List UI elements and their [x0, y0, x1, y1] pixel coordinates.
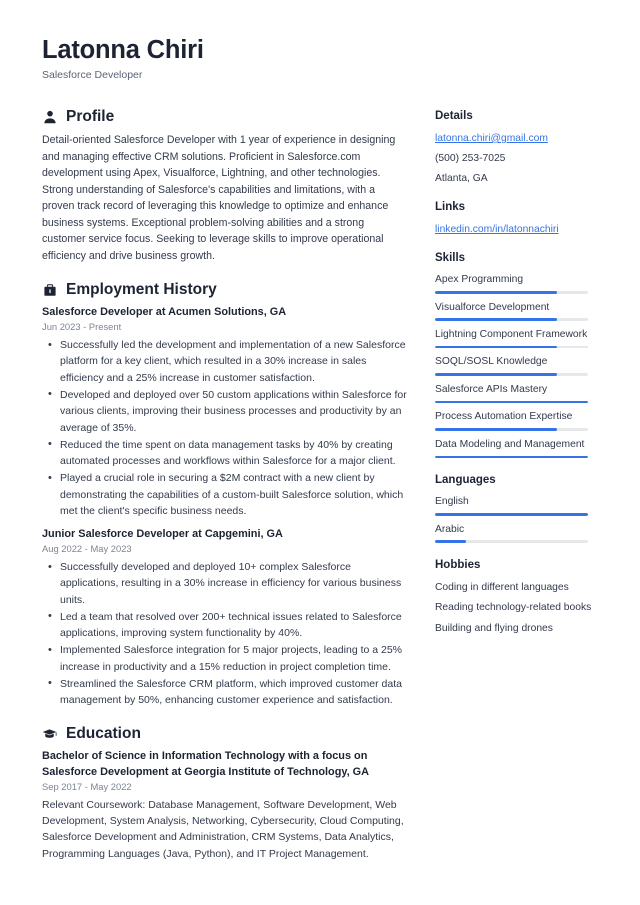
sidebar-languages-title: Languages [435, 474, 496, 487]
employment-entry-bullets: Successfully led the development and imp… [42, 337, 407, 519]
education-entry-date: Sep 2017 - May 2022 [42, 781, 132, 793]
skill-item: Apex Programming [435, 274, 593, 294]
sidebar-section-details: Details latonna.chiri@gmail.com (500) 25… [435, 110, 593, 185]
linkedin-link[interactable]: linkedin.com/in/latonnachiri [435, 223, 593, 236]
skill-bar-fill [435, 345, 558, 349]
skill-label: SOQL/SOSL Knowledge [435, 356, 548, 368]
section-profile-body: Detail-oriented Salesforce Developer wit… [42, 132, 407, 264]
skill-label: Process Automation Expertise [435, 411, 573, 423]
employment-entry-date: Aug 2022 - May 2023 [42, 543, 132, 555]
sidebar-section-skills: Skills Apex Programming Visualforce Deve… [435, 252, 593, 459]
skill-label: Visualforce Development [435, 301, 550, 313]
bullet-item: Streamlined the Salesforce CRM platform,… [48, 675, 407, 709]
section-education-header: Education [42, 725, 407, 742]
hobby-item: Building and flying drones [435, 622, 553, 634]
sidebar-section-languages: Languages English Arabic [435, 474, 593, 543]
skill-item: Visualforce Development [435, 302, 593, 321]
employment-entry-date: Jun 2023 - Present [42, 321, 122, 333]
sidebar-skills-title: Skills [435, 252, 466, 265]
candidate-job-title: Salesforce Developer [42, 69, 143, 82]
skill-item: Salesforce APIs Mastery [435, 383, 593, 404]
bullet-item: Played a crucial role in securing a $2M … [48, 470, 407, 519]
briefcase-icon [42, 282, 57, 297]
section-profile: Profile Detail-oriented Salesforce Devel… [42, 108, 407, 264]
skill-bar-track [435, 290, 588, 294]
candidate-name: Latonna Chiri [42, 36, 204, 64]
bullet-item: Developed and deployed over 50 custom ap… [48, 386, 407, 436]
sidebar: Details latonna.chiri@gmail.com (500) 25… [435, 110, 593, 651]
section-education-body: Bachelor of Science in Information Techn… [42, 749, 407, 861]
profile-text: Detail-oriented Salesforce Developer wit… [42, 134, 396, 262]
section-profile-title: Profile [66, 108, 115, 125]
skill-bar-fill [435, 290, 558, 294]
bullet-item: Led a team that resolved over 200+ techn… [48, 608, 407, 642]
phone-value: (500) 253-7025 [435, 152, 506, 164]
skill-label: Lightning Component Framework [435, 328, 588, 340]
skill-bar-fill [435, 373, 558, 376]
education-entry-description: Relevant Coursework: Database Management… [42, 798, 404, 860]
skill-bar-track [435, 373, 588, 376]
skill-item: Data Modeling and Management [435, 438, 593, 459]
section-education-title: Education [66, 725, 141, 743]
skill-label: Salesforce APIs Mastery [435, 383, 548, 395]
employment-entry-title: Salesforce Developer at Acumen Solutions… [42, 306, 287, 319]
skill-item: SOQL/SOSL Knowledge [435, 356, 593, 376]
language-bar-track [435, 512, 588, 516]
section-employment-title: Employment History [66, 281, 217, 299]
skill-bar-fill [435, 455, 588, 459]
resume-header: Latonna Chiri Salesforce Developer [42, 36, 562, 82]
bullet-item: Successfully led the development and imp… [48, 337, 407, 386]
language-item: English [435, 496, 593, 516]
language-label: English [435, 496, 469, 508]
employment-entry: Salesforce Developer at Acumen Solutions… [42, 305, 407, 519]
skill-bar-fill [435, 428, 558, 431]
email-link[interactable]: latonna.chiri@gmail.com [435, 132, 593, 145]
skill-item: Process Automation Expertise [435, 411, 593, 431]
bullet-item: Reduced the time spent on data managemen… [48, 436, 407, 470]
section-employment-header: Employment History [42, 281, 407, 298]
section-employment: Employment History Salesforce Developer … [42, 281, 407, 708]
sidebar-hobbies-title: Hobbies [435, 558, 481, 571]
language-bar-fill [435, 512, 588, 516]
graduation-cap-icon [42, 726, 57, 741]
bullet-item: Implemented Salesforce integration for 5… [48, 642, 407, 675]
hobby-item: Reading technology-related books [435, 602, 592, 614]
employment-entry: Junior Salesforce Developer at Capgemini… [42, 527, 407, 708]
hobby-item: Coding in different languages [435, 581, 569, 593]
language-bar-track [435, 540, 588, 543]
main-column: Profile Detail-oriented Salesforce Devel… [42, 108, 407, 879]
language-label: Arabic [435, 523, 465, 535]
skill-label: Apex Programming [435, 274, 524, 286]
section-education: Education Bachelor of Science in Informa… [42, 725, 407, 861]
education-entry-title: Bachelor of Science in Information Techn… [42, 750, 369, 778]
employment-entry-bullets: Successfully developed and deployed 10+ … [42, 559, 407, 708]
skill-bar-fill [435, 400, 588, 404]
skill-bar-track [435, 428, 588, 431]
skill-bar-track [435, 345, 588, 349]
employment-entry-title: Junior Salesforce Developer at Capgemini… [42, 528, 283, 541]
skill-label: Data Modeling and Management [435, 438, 585, 450]
person-icon [42, 109, 57, 124]
location-value: Atlanta, GA [435, 173, 488, 185]
section-employment-body: Salesforce Developer at Acumen Solutions… [42, 305, 407, 708]
resume-page: Latonna Chiri Salesforce Developer Profi… [0, 0, 640, 905]
education-entry: Bachelor of Science in Information Techn… [42, 749, 407, 861]
language-bar-fill [435, 540, 466, 543]
skill-bar-track [435, 318, 588, 321]
sidebar-section-hobbies: Hobbies Coding in different languages Re… [435, 559, 593, 635]
skill-bar-track [435, 400, 588, 404]
sidebar-links-title: Links [435, 201, 466, 214]
skill-bar-fill [435, 318, 558, 321]
language-item: Arabic [435, 524, 593, 543]
section-profile-header: Profile [42, 108, 407, 125]
sidebar-section-links: Links linkedin.com/in/latonnachiri [435, 201, 593, 236]
skill-bar-track [435, 455, 588, 459]
sidebar-details-title: Details [435, 110, 473, 122]
bullet-item: Successfully developed and deployed 10+ … [48, 559, 407, 608]
skill-item: Lightning Component Framework [435, 328, 593, 349]
